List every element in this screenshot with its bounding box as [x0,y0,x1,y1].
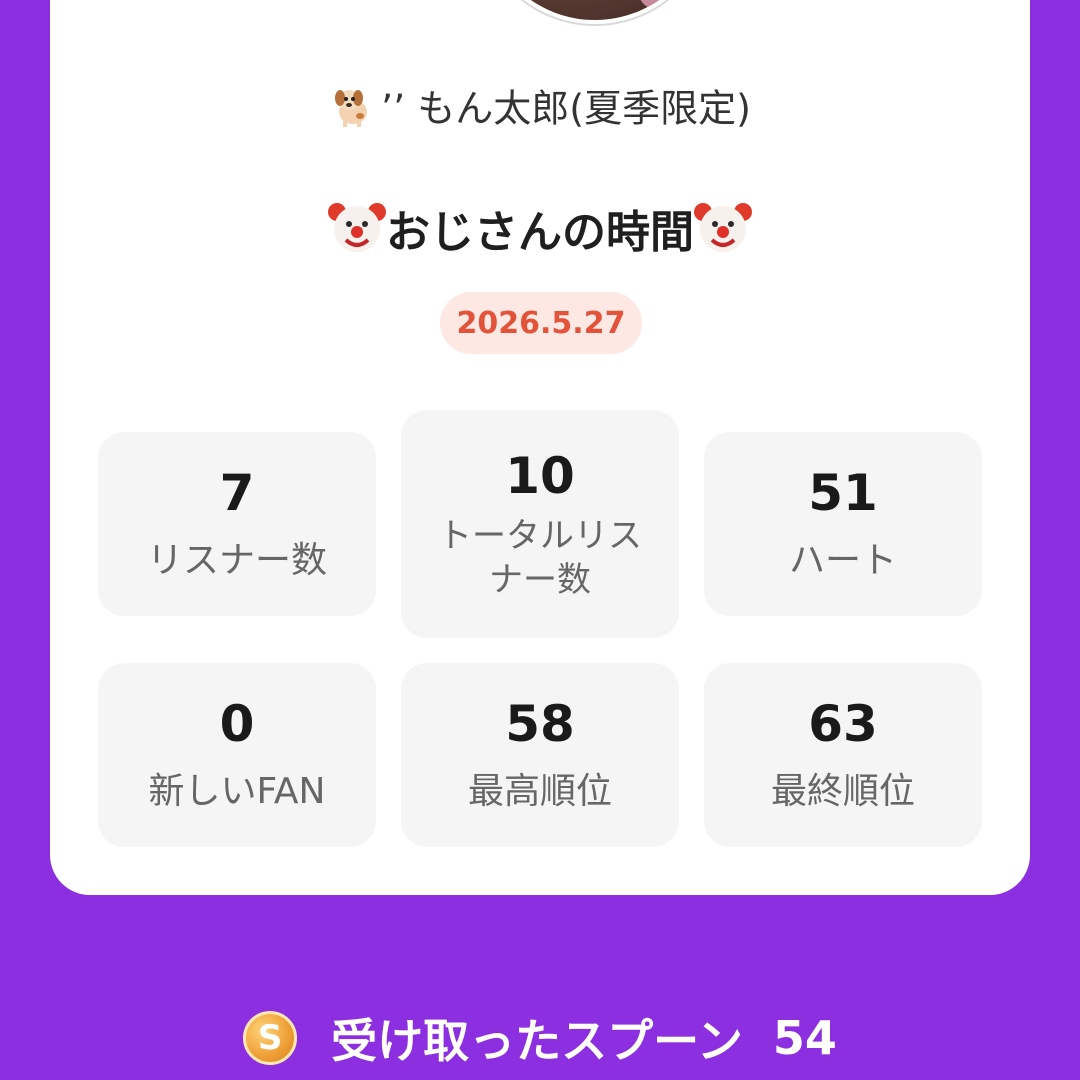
stat-value: 51 [808,464,878,522]
stat-new-fans: 0 新しいFAN [98,663,376,847]
dog-emoji-icon [329,82,377,140]
avatar[interactable] [478,0,712,24]
stat-final-rank: 63 最終順位 [704,663,982,847]
stat-value: 10 [505,447,575,505]
clown-emoji-icon [328,198,386,272]
stat-total-listeners: 10 トータルリスナー数 [401,410,679,638]
stat-label: 最終順位 [770,771,915,812]
stat-value: 58 [505,695,575,753]
stat-value: 63 [808,695,878,753]
stat-value: 7 [219,464,255,522]
spoon-coin-icon: S [243,1011,298,1065]
stat-label: 新しいFAN [148,771,326,812]
username-row: ’’ もん太郎(夏季限定) [0,82,1080,140]
broadcast-title: おじさんの時間 [0,198,1080,272]
received-spoons-row: S 受け取ったスプーン 54 [0,1005,1080,1071]
username-prefix: ’’ [381,86,406,131]
clown-emoji-icon [694,198,752,272]
broadcast-title-text: おじさんの時間 [386,207,694,258]
received-spoons-count: 54 [772,1011,837,1065]
received-spoons-label: 受け取ったスプーン [331,1014,743,1068]
date-badge: 2026.5.27 [440,292,642,354]
stat-highest-rank: 58 最高順位 [401,663,679,847]
stat-value: 0 [219,695,255,753]
username-text: もん太郎(夏季限定) [417,86,751,131]
stat-label: トータルリスナー数 [438,516,642,600]
stat-label: ハート [788,540,897,581]
stat-label: リスナー数 [146,540,327,581]
stat-label: 最高順位 [467,771,612,812]
stat-hearts: 51 ハート [704,432,982,616]
stat-listeners: 7 リスナー数 [98,432,376,616]
